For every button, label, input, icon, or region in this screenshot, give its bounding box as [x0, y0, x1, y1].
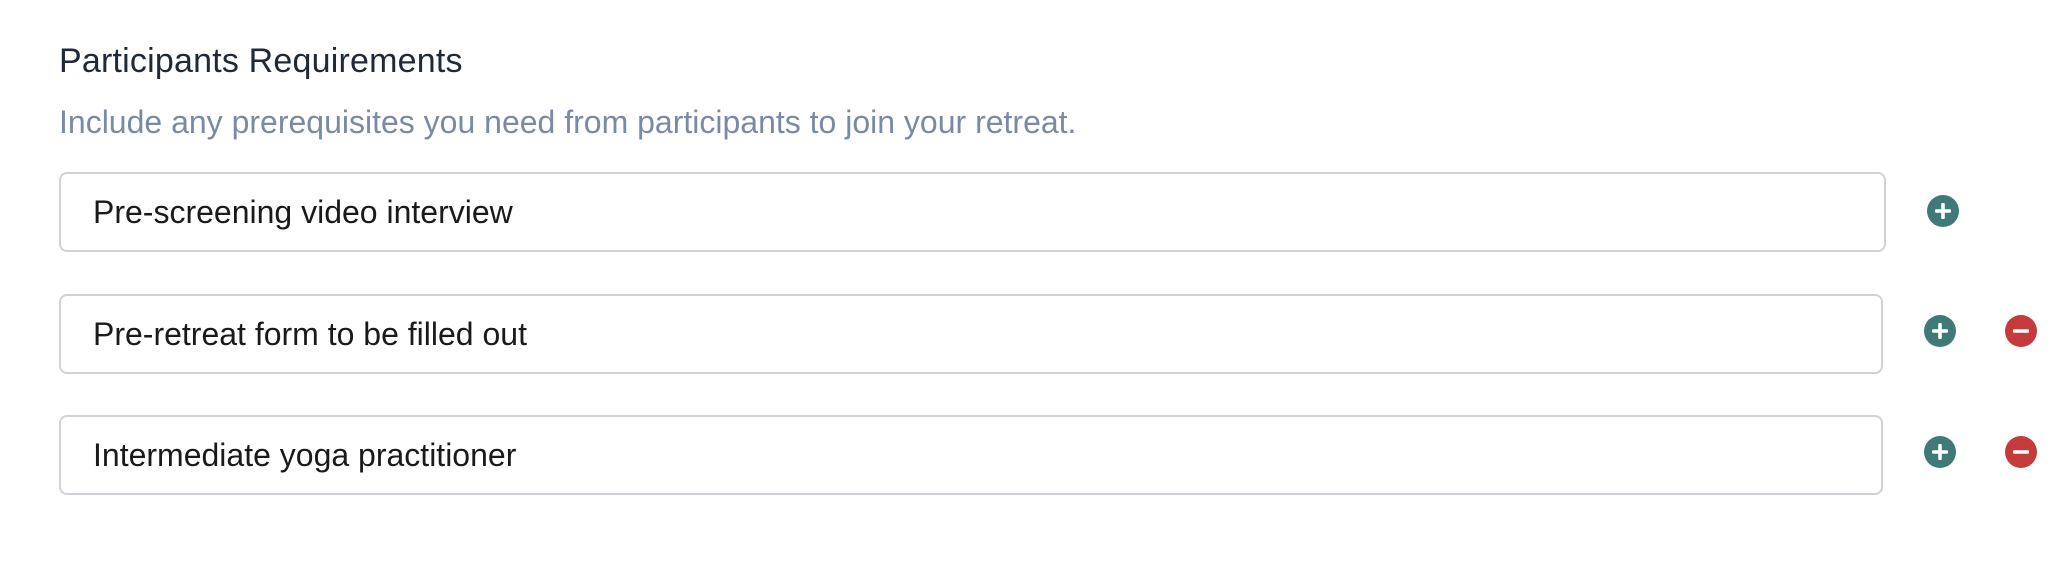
add-requirement-button[interactable] [1924, 436, 1956, 468]
remove-requirement-button[interactable] [2005, 315, 2037, 347]
add-requirement-button[interactable] [1924, 315, 1956, 347]
plus-circle-icon [1935, 203, 1951, 219]
plus-circle-icon [1932, 444, 1948, 460]
requirement-input[interactable] [59, 294, 1883, 374]
plus-circle-icon [1932, 323, 1948, 339]
participants-requirements-section: Participants Requirements Include any pr… [59, 38, 2049, 495]
requirement-input[interactable] [59, 172, 1886, 252]
section-subtitle: Include any prerequisites you need from … [59, 104, 1077, 140]
minus-circle-icon [2013, 450, 2029, 454]
requirement-row [59, 294, 2049, 378]
requirement-row [59, 172, 2049, 256]
requirement-input[interactable] [59, 415, 1883, 495]
minus-circle-icon [2013, 329, 2029, 333]
section-title: Participants Requirements [59, 42, 463, 80]
add-requirement-button[interactable] [1927, 195, 1959, 227]
requirement-row [59, 415, 2049, 499]
remove-requirement-button[interactable] [2005, 436, 2037, 468]
